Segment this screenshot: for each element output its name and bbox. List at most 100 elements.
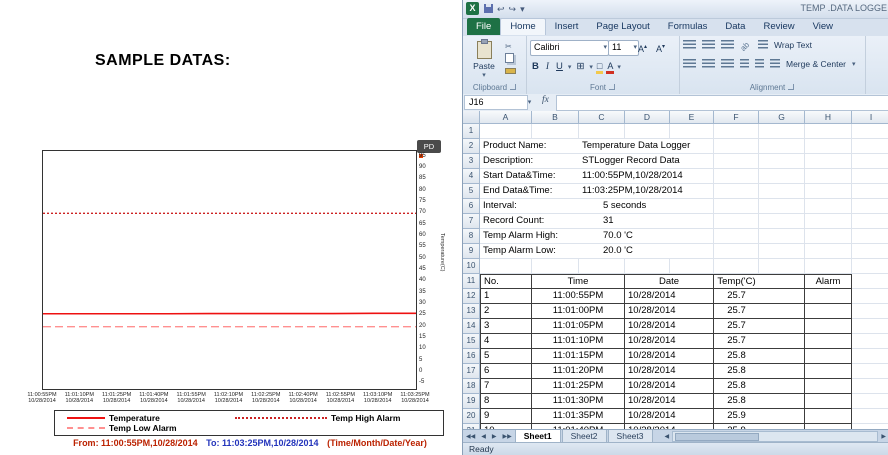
cell[interactable]: Description: bbox=[480, 154, 579, 169]
grow-font-button[interactable]: A▴ bbox=[638, 40, 647, 54]
cell[interactable] bbox=[852, 214, 888, 229]
cell[interactable] bbox=[852, 349, 888, 364]
borders-dropdown-icon[interactable]: ▾ bbox=[589, 63, 593, 71]
row-header-14[interactable]: 14 bbox=[463, 319, 480, 334]
cell[interactable]: 11:00:55PM,10/28/2014 bbox=[579, 169, 714, 184]
cell[interactable]: Alarm bbox=[805, 274, 852, 289]
cell[interactable] bbox=[714, 229, 759, 244]
sheet-nav-first-icon[interactable]: ◀◀ bbox=[463, 433, 478, 440]
cell[interactable]: STLogger Record Data bbox=[579, 154, 714, 169]
cell[interactable]: 20.0 'C bbox=[579, 244, 714, 259]
cell[interactable]: 10/28/2014 bbox=[625, 394, 714, 409]
cell[interactable] bbox=[852, 229, 888, 244]
row-header-16[interactable]: 16 bbox=[463, 349, 480, 364]
cell[interactable] bbox=[852, 304, 888, 319]
column-header-B[interactable]: B bbox=[532, 111, 579, 124]
cell[interactable] bbox=[759, 274, 805, 289]
row-header-8[interactable]: 8 bbox=[463, 229, 480, 244]
font-color-button[interactable]: A bbox=[606, 61, 614, 72]
cell[interactable] bbox=[759, 334, 805, 349]
cell[interactable] bbox=[852, 274, 888, 289]
row-header-11[interactable]: 11 bbox=[463, 274, 480, 289]
cell[interactable] bbox=[759, 244, 805, 259]
cell[interactable]: 25.8 bbox=[714, 379, 759, 394]
cell[interactable]: 25.7 bbox=[714, 304, 759, 319]
copy-button[interactable] bbox=[503, 53, 524, 65]
scroll-left-icon[interactable]: ◀ bbox=[662, 433, 673, 440]
formula-input[interactable] bbox=[556, 95, 888, 111]
cell[interactable] bbox=[759, 289, 805, 304]
cell[interactable]: Temperature Data Logger bbox=[579, 139, 714, 154]
row-header-12[interactable]: 12 bbox=[463, 289, 480, 304]
borders-button[interactable]: ⊞ bbox=[574, 60, 586, 74]
cell[interactable]: 70.0 'C bbox=[579, 229, 714, 244]
cell[interactable] bbox=[805, 139, 852, 154]
cell[interactable] bbox=[759, 259, 805, 274]
cell[interactable] bbox=[714, 184, 759, 199]
name-box[interactable]: J16 bbox=[464, 95, 528, 110]
cell[interactable] bbox=[625, 124, 670, 139]
column-header-F[interactable]: F bbox=[714, 111, 759, 124]
row-header-9[interactable]: 9 bbox=[463, 244, 480, 259]
cell[interactable] bbox=[805, 364, 852, 379]
cell[interactable]: 31 bbox=[579, 214, 714, 229]
cell[interactable]: 11:01:05PM bbox=[532, 319, 625, 334]
cell[interactable]: 10/28/2014 bbox=[625, 349, 714, 364]
cell[interactable] bbox=[805, 379, 852, 394]
row-header-19[interactable]: 19 bbox=[463, 394, 480, 409]
cell[interactable] bbox=[852, 244, 888, 259]
cell[interactable] bbox=[805, 409, 852, 424]
row-header-15[interactable]: 15 bbox=[463, 334, 480, 349]
save-icon[interactable] bbox=[483, 2, 494, 16]
orientation-icon[interactable]: ab bbox=[739, 38, 754, 53]
cell[interactable] bbox=[805, 289, 852, 304]
select-all-corner[interactable] bbox=[463, 111, 480, 124]
fx-icon[interactable]: fx bbox=[542, 95, 549, 105]
row-header-20[interactable]: 20 bbox=[463, 409, 480, 424]
cell[interactable]: 25.8 bbox=[714, 394, 759, 409]
cell[interactable] bbox=[852, 364, 888, 379]
cell[interactable]: 11:01:10PM bbox=[532, 334, 625, 349]
cell[interactable]: 10/28/2014 bbox=[625, 409, 714, 424]
cell[interactable] bbox=[714, 214, 759, 229]
row-header-3[interactable]: 3 bbox=[463, 154, 480, 169]
cell[interactable]: Temp Alarm High: bbox=[480, 229, 579, 244]
cell[interactable]: No. bbox=[480, 274, 532, 289]
cell[interactable]: 25.8 bbox=[714, 349, 759, 364]
cell[interactable] bbox=[852, 199, 888, 214]
cell[interactable] bbox=[805, 349, 852, 364]
redo-icon[interactable]: ↪ bbox=[508, 2, 518, 16]
paste-button[interactable]: Paste ▾ bbox=[466, 39, 502, 82]
cell[interactable] bbox=[714, 154, 759, 169]
cell[interactable]: Record Count: bbox=[480, 214, 579, 229]
row-header-17[interactable]: 17 bbox=[463, 364, 480, 379]
row-header-18[interactable]: 18 bbox=[463, 379, 480, 394]
cell[interactable]: End Data&Time: bbox=[480, 184, 579, 199]
cell[interactable]: 25.8 bbox=[714, 364, 759, 379]
cell[interactable] bbox=[852, 289, 888, 304]
cell[interactable]: 5 bbox=[480, 349, 532, 364]
cell[interactable]: 7 bbox=[480, 379, 532, 394]
cell[interactable]: 25.7 bbox=[714, 289, 759, 304]
row-header-2[interactable]: 2 bbox=[463, 139, 480, 154]
cell[interactable] bbox=[759, 319, 805, 334]
cell[interactable] bbox=[714, 124, 759, 139]
bold-button[interactable]: B bbox=[530, 60, 541, 74]
merge-center-button[interactable]: Merge & Center bbox=[786, 59, 846, 69]
font-size-combo[interactable]: 11▾ bbox=[608, 40, 639, 56]
cell[interactable] bbox=[805, 319, 852, 334]
cell[interactable] bbox=[852, 334, 888, 349]
cell[interactable] bbox=[579, 259, 625, 274]
sheet-nav-next-icon[interactable]: ▶ bbox=[489, 433, 500, 440]
cell[interactable] bbox=[759, 364, 805, 379]
align-top-icon[interactable] bbox=[683, 40, 696, 50]
cell[interactable] bbox=[805, 154, 852, 169]
dialog-launcher-icon[interactable] bbox=[510, 84, 516, 90]
scrollbar-thumb[interactable] bbox=[675, 433, 759, 441]
cell[interactable] bbox=[759, 229, 805, 244]
cell[interactable]: Start Data&Time: bbox=[480, 169, 579, 184]
cell[interactable] bbox=[759, 394, 805, 409]
cell[interactable] bbox=[805, 199, 852, 214]
cell[interactable] bbox=[805, 169, 852, 184]
cell[interactable]: 10/28/2014 bbox=[625, 319, 714, 334]
